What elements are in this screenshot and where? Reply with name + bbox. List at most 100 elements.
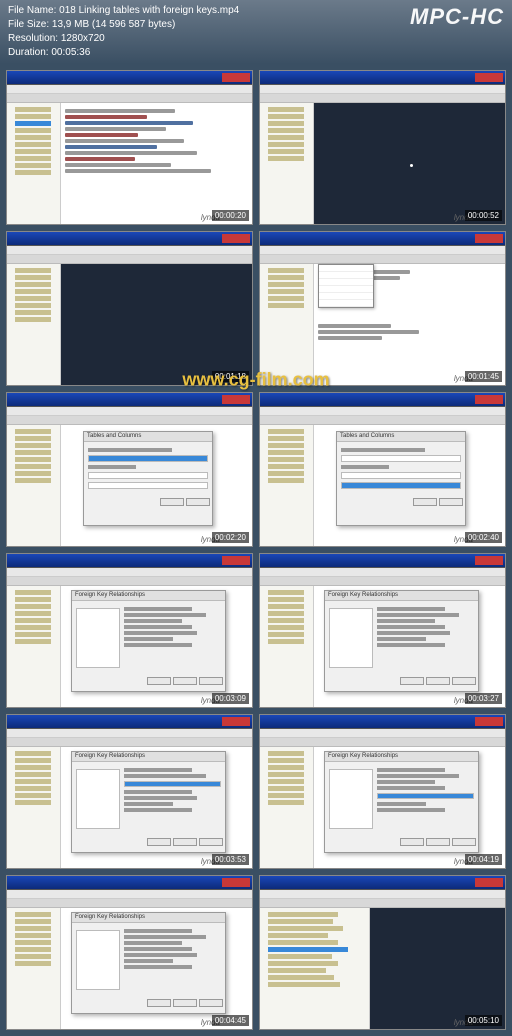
dialog-title: Tables and Columns (84, 432, 212, 442)
delete-button[interactable] (173, 838, 197, 846)
duration-label: Duration: (8, 46, 49, 60)
thumbnail[interactable]: lynda 00:01:18 (6, 231, 253, 386)
thumbnail-grid: lynda 00:00:20 lynda 00:00:52 lynda 00:0… (0, 64, 512, 1036)
tables-columns-dialog[interactable]: Tables and Columns (336, 431, 466, 526)
fk-table-field[interactable] (341, 482, 461, 489)
designer-pane: Foreign Key Relationships (314, 747, 505, 868)
relationship-name-field[interactable] (341, 455, 461, 462)
pk-table-field[interactable] (341, 472, 461, 479)
object-explorer (260, 747, 314, 868)
fk-relationships-dialog[interactable]: Foreign Key Relationships (71, 590, 226, 692)
delete-button[interactable] (173, 999, 197, 1007)
tables-columns-dialog[interactable]: Tables and Columns (83, 431, 213, 526)
ok-button[interactable] (413, 498, 437, 506)
thumbnail[interactable]: lynda 00:00:52 (259, 70, 506, 225)
thumbnail[interactable]: Tables and Columns lynda 00:02:20 (6, 392, 253, 547)
window-menubar (7, 729, 252, 738)
thumbnail-timestamp: 00:01:45 (465, 371, 502, 382)
file-name-value: 018 Linking tables with foreign keys.mp4 (59, 5, 239, 16)
window-toolbar (260, 738, 505, 747)
dialog-title: Foreign Key Relationships (325, 591, 478, 601)
close-button[interactable] (452, 838, 476, 846)
window-titlebar (7, 232, 252, 246)
window-menubar (7, 246, 252, 255)
property-row[interactable] (124, 781, 221, 787)
window-menubar (260, 246, 505, 255)
file-size-value: 13,9 MB (14 596 587 bytes) (52, 19, 175, 30)
relationship-name-field[interactable] (88, 455, 208, 462)
designer-pane: Foreign Key Relationships (314, 586, 505, 707)
object-explorer (7, 586, 61, 707)
thumbnail[interactable]: Foreign Key Relationships lynda 00:03:53 (6, 714, 253, 869)
window-toolbar (7, 899, 252, 908)
thumbnail-timestamp: 00:04:19 (465, 854, 502, 865)
thumbnail[interactable]: Foreign Key Relationships lynda 00:03:27 (259, 553, 506, 708)
file-name-label: File Name: (8, 4, 56, 18)
designer-pane: Foreign Key Relationships (61, 586, 252, 707)
window-titlebar (260, 876, 505, 890)
thumbnail-timestamp: 00:02:20 (212, 532, 249, 543)
window-toolbar (260, 577, 505, 586)
window-toolbar (7, 577, 252, 586)
thumbnail-timestamp: 00:03:09 (212, 693, 249, 704)
window-titlebar (7, 715, 252, 729)
cancel-button[interactable] (186, 498, 210, 506)
cancel-button[interactable] (439, 498, 463, 506)
add-button[interactable] (147, 677, 171, 685)
fk-relationships-dialog[interactable]: Foreign Key Relationships (324, 751, 479, 853)
player-logo: MPC-HC (410, 4, 504, 30)
window-menubar (260, 568, 505, 577)
window-menubar (7, 85, 252, 94)
ok-button[interactable] (160, 498, 184, 506)
thumbnail[interactable]: lynda 00:05:10 (259, 875, 506, 1030)
property-row[interactable] (377, 793, 474, 799)
fk-relationships-dialog[interactable]: Foreign Key Relationships (71, 751, 226, 853)
pk-table-field[interactable] (88, 472, 208, 479)
window-menubar (260, 729, 505, 738)
duration-value: 00:05:36 (51, 47, 90, 58)
relationship-list[interactable] (76, 930, 120, 990)
query-pane (61, 264, 252, 385)
window-toolbar (7, 255, 252, 264)
window-titlebar (7, 71, 252, 85)
thumbnail[interactable]: lynda 00:01:45 (259, 231, 506, 386)
delete-button[interactable] (426, 838, 450, 846)
query-pane (370, 908, 505, 1029)
resolution-value: 1280x720 (61, 33, 105, 44)
relationship-list[interactable] (76, 769, 120, 829)
fk-relationships-dialog[interactable]: Foreign Key Relationships (71, 912, 226, 1014)
relationship-list[interactable] (329, 769, 373, 829)
thumbnail-timestamp: 00:04:45 (212, 1015, 249, 1026)
dialog-title: Foreign Key Relationships (325, 752, 478, 762)
close-button[interactable] (199, 999, 223, 1007)
fk-table-field[interactable] (88, 482, 208, 489)
thumbnail[interactable]: Foreign Key Relationships lynda 00:04:45 (6, 875, 253, 1030)
datatype-dropdown[interactable] (318, 264, 374, 308)
relationship-list[interactable] (76, 608, 120, 668)
thumbnail-timestamp: 00:05:10 (465, 1015, 502, 1026)
player-header: File Name: 018 Linking tables with forei… (0, 0, 512, 64)
delete-button[interactable] (426, 677, 450, 685)
close-button[interactable] (452, 677, 476, 685)
window-titlebar (260, 393, 505, 407)
add-button[interactable] (147, 838, 171, 846)
thumbnail[interactable]: Tables and Columns lynda 00:02:40 (259, 392, 506, 547)
window-titlebar (7, 876, 252, 890)
object-explorer (260, 264, 314, 385)
thumbnail[interactable]: Foreign Key Relationships lynda 00:04:19 (259, 714, 506, 869)
thumbnail-timestamp: 00:03:27 (465, 693, 502, 704)
thumbnail[interactable]: Foreign Key Relationships lynda 00:03:09 (6, 553, 253, 708)
fk-relationships-dialog[interactable]: Foreign Key Relationships (324, 590, 479, 692)
object-explorer (7, 103, 61, 224)
window-titlebar (260, 715, 505, 729)
object-explorer (7, 908, 61, 1029)
add-button[interactable] (400, 838, 424, 846)
add-button[interactable] (147, 999, 171, 1007)
delete-button[interactable] (173, 677, 197, 685)
add-button[interactable] (400, 677, 424, 685)
close-button[interactable] (199, 677, 223, 685)
relationship-list[interactable] (329, 608, 373, 668)
thumbnail[interactable]: lynda 00:00:20 (6, 70, 253, 225)
close-button[interactable] (199, 838, 223, 846)
thumbnail-timestamp: 00:01:18 (212, 371, 249, 382)
